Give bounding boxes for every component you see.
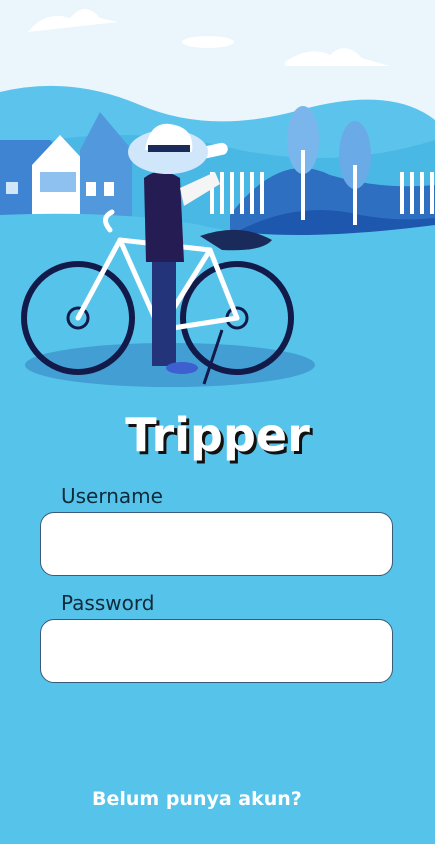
password-field[interactable] xyxy=(40,619,393,683)
register-link[interactable]: Belum punya akun? xyxy=(92,788,302,810)
app-title: Tripper xyxy=(125,408,310,462)
username-label: Username xyxy=(61,484,163,508)
username-field[interactable] xyxy=(40,512,393,576)
hero-illustration xyxy=(0,0,435,400)
password-label: Password xyxy=(61,591,155,615)
